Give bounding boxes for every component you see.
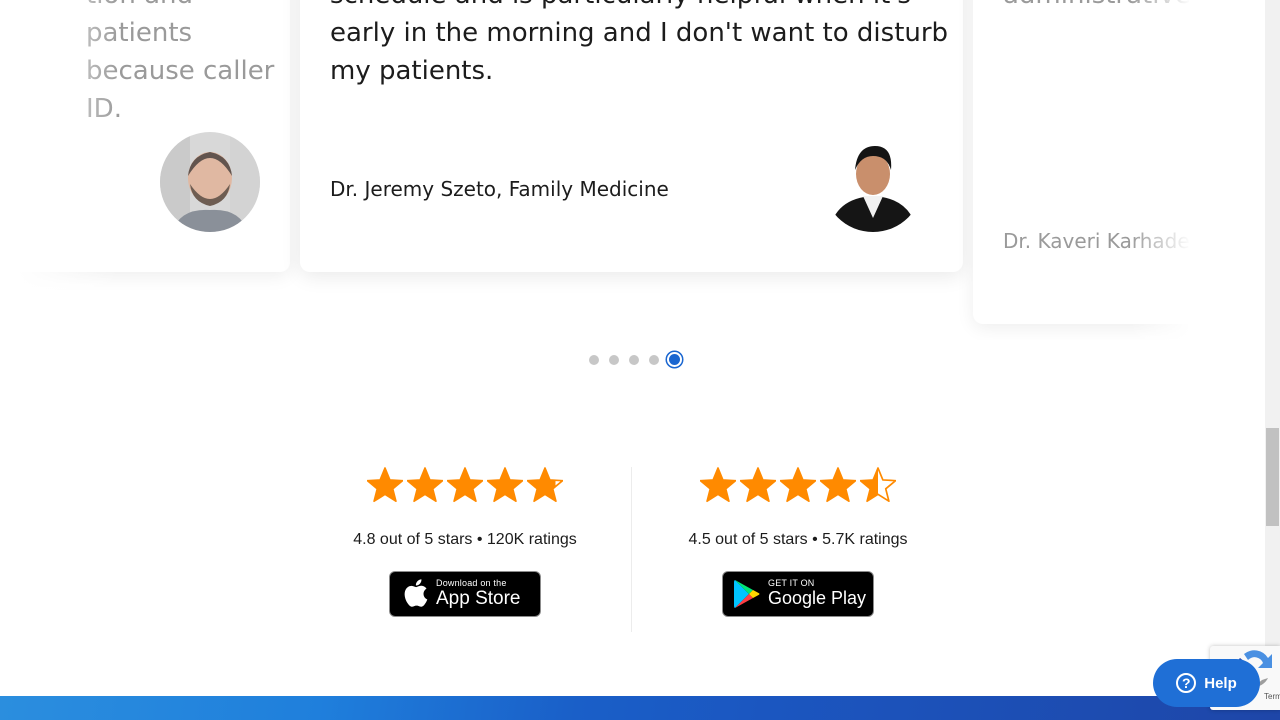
carousel-dot[interactable] bbox=[644, 351, 664, 368]
rating-summary: 4.5 out of 5 stars • 5.7K ratings bbox=[688, 531, 908, 548]
carousel-dot[interactable] bbox=[584, 351, 604, 368]
app-store-rating: 4.8 out of 5 stars • 120K ratings Downlo… bbox=[315, 467, 615, 622]
google-play-button[interactable]: GET IT ON Google Play bbox=[722, 571, 874, 617]
apple-icon bbox=[402, 578, 428, 613]
store-button-caption: GET IT ON bbox=[768, 578, 815, 588]
footer-band bbox=[0, 696, 1280, 720]
carousel-pagination bbox=[584, 351, 684, 368]
scrollbar-track[interactable] bbox=[1265, 0, 1280, 696]
star-icon bbox=[820, 467, 856, 503]
star-icon bbox=[740, 467, 776, 503]
store-button-label: Google Play bbox=[768, 588, 867, 608]
star-icon bbox=[447, 467, 483, 503]
testimonial-quote: tion and patients because caller ID. bbox=[86, 0, 275, 124]
store-button-label: App Store bbox=[436, 588, 521, 609]
testimonial-author: Dr. Kaveri Karhade bbox=[1003, 229, 1190, 253]
app-store-button[interactable]: Download on the App Store bbox=[389, 571, 541, 617]
testimonial-card-previous[interactable]: tion and patients because caller ID. bbox=[0, 0, 290, 272]
testimonial-quote: schedule and is particularly helpful whe… bbox=[330, 0, 949, 86]
help-button[interactable]: ? Help bbox=[1153, 659, 1260, 707]
testimonial-card-next[interactable]: administrative personal cell privacy. Dr… bbox=[973, 0, 1265, 324]
star-icon bbox=[367, 467, 403, 503]
carousel-dot[interactable] bbox=[664, 351, 684, 368]
avatar bbox=[160, 132, 260, 232]
star-icon bbox=[700, 467, 736, 503]
google-play-rating: 4.5 out of 5 stars • 5.7K ratings GET IT… bbox=[648, 467, 948, 622]
star-rating bbox=[315, 467, 615, 509]
divider bbox=[631, 467, 632, 632]
star-icon bbox=[860, 467, 896, 503]
testimonial-carousel: tion and patients because caller ID. sch… bbox=[0, 0, 1265, 340]
star-icon bbox=[487, 467, 523, 503]
help-label: Help bbox=[1204, 674, 1237, 692]
star-rating bbox=[648, 467, 948, 509]
scrollbar-thumb[interactable] bbox=[1266, 428, 1279, 526]
testimonial-card-active[interactable]: schedule and is particularly helpful whe… bbox=[300, 0, 963, 272]
avatar bbox=[823, 132, 923, 232]
rating-summary: 4.8 out of 5 stars • 120K ratings bbox=[353, 531, 577, 548]
carousel-dot[interactable] bbox=[604, 351, 624, 368]
google-play-icon bbox=[733, 579, 761, 614]
recaptcha-terms[interactable]: Terms bbox=[1264, 692, 1280, 701]
testimonial-quote: administrative personal cell privacy. bbox=[1003, 0, 1265, 14]
store-button-caption: Download on the bbox=[436, 578, 507, 588]
star-icon bbox=[527, 467, 563, 503]
carousel-dot[interactable] bbox=[624, 351, 644, 368]
star-icon bbox=[780, 467, 816, 503]
testimonial-author: Dr. Jeremy Szeto, Family Medicine bbox=[330, 177, 669, 201]
star-icon bbox=[407, 467, 443, 503]
question-icon: ? bbox=[1176, 673, 1197, 693]
